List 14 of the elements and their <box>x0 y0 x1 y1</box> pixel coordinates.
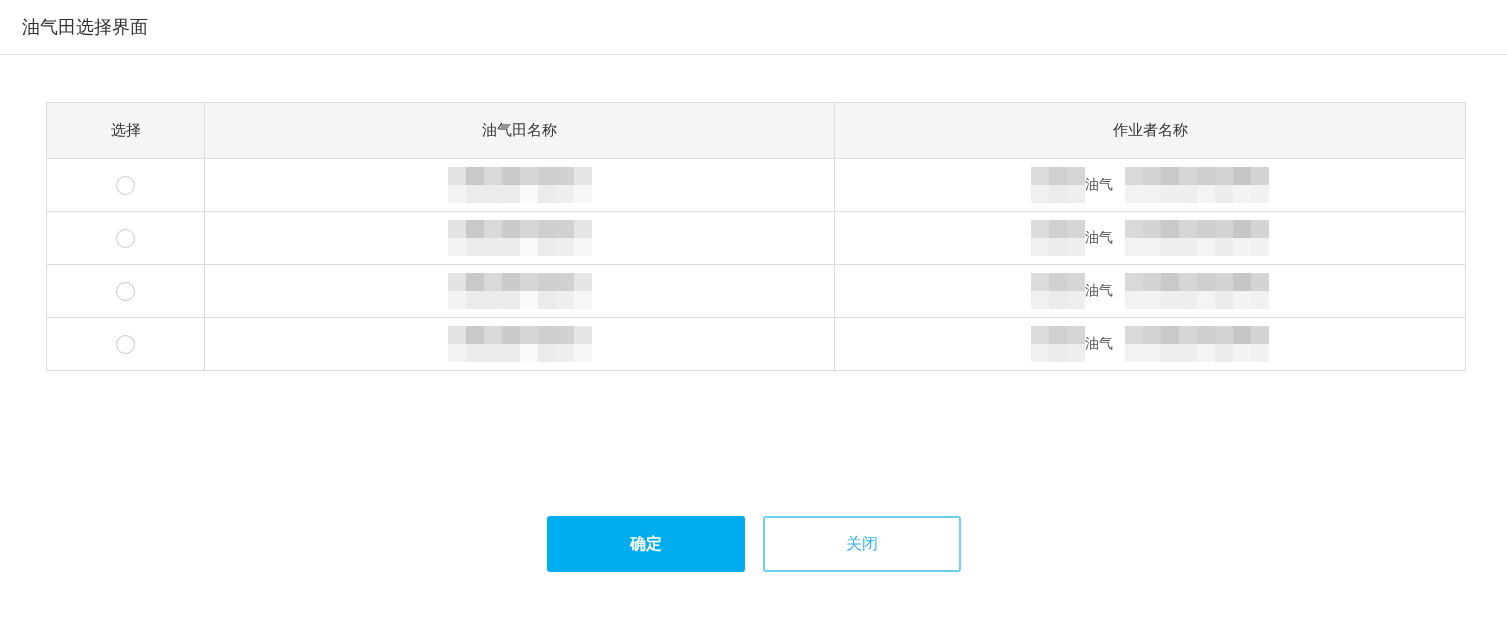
radio-button[interactable] <box>116 228 135 248</box>
radio-button[interactable] <box>116 334 135 354</box>
dialog-title: 油气田选择界面 <box>22 16 148 39</box>
column-header: 选择 <box>46 102 205 159</box>
dialog-button[interactable]: 关闭 <box>763 516 961 572</box>
radio-button[interactable] <box>116 175 135 195</box>
operator-name: 油气 <box>1085 335 1113 353</box>
dialog-button[interactable]: 确定 <box>547 516 745 572</box>
operator-name: 油气 <box>1085 282 1113 300</box>
column-header: 作业者名称 <box>834 102 1466 159</box>
operator-name: 油气 <box>1085 229 1113 247</box>
column-header: 油气田名称 <box>204 102 835 159</box>
operator-name: 油气 <box>1085 176 1113 194</box>
radio-button[interactable] <box>116 281 135 301</box>
